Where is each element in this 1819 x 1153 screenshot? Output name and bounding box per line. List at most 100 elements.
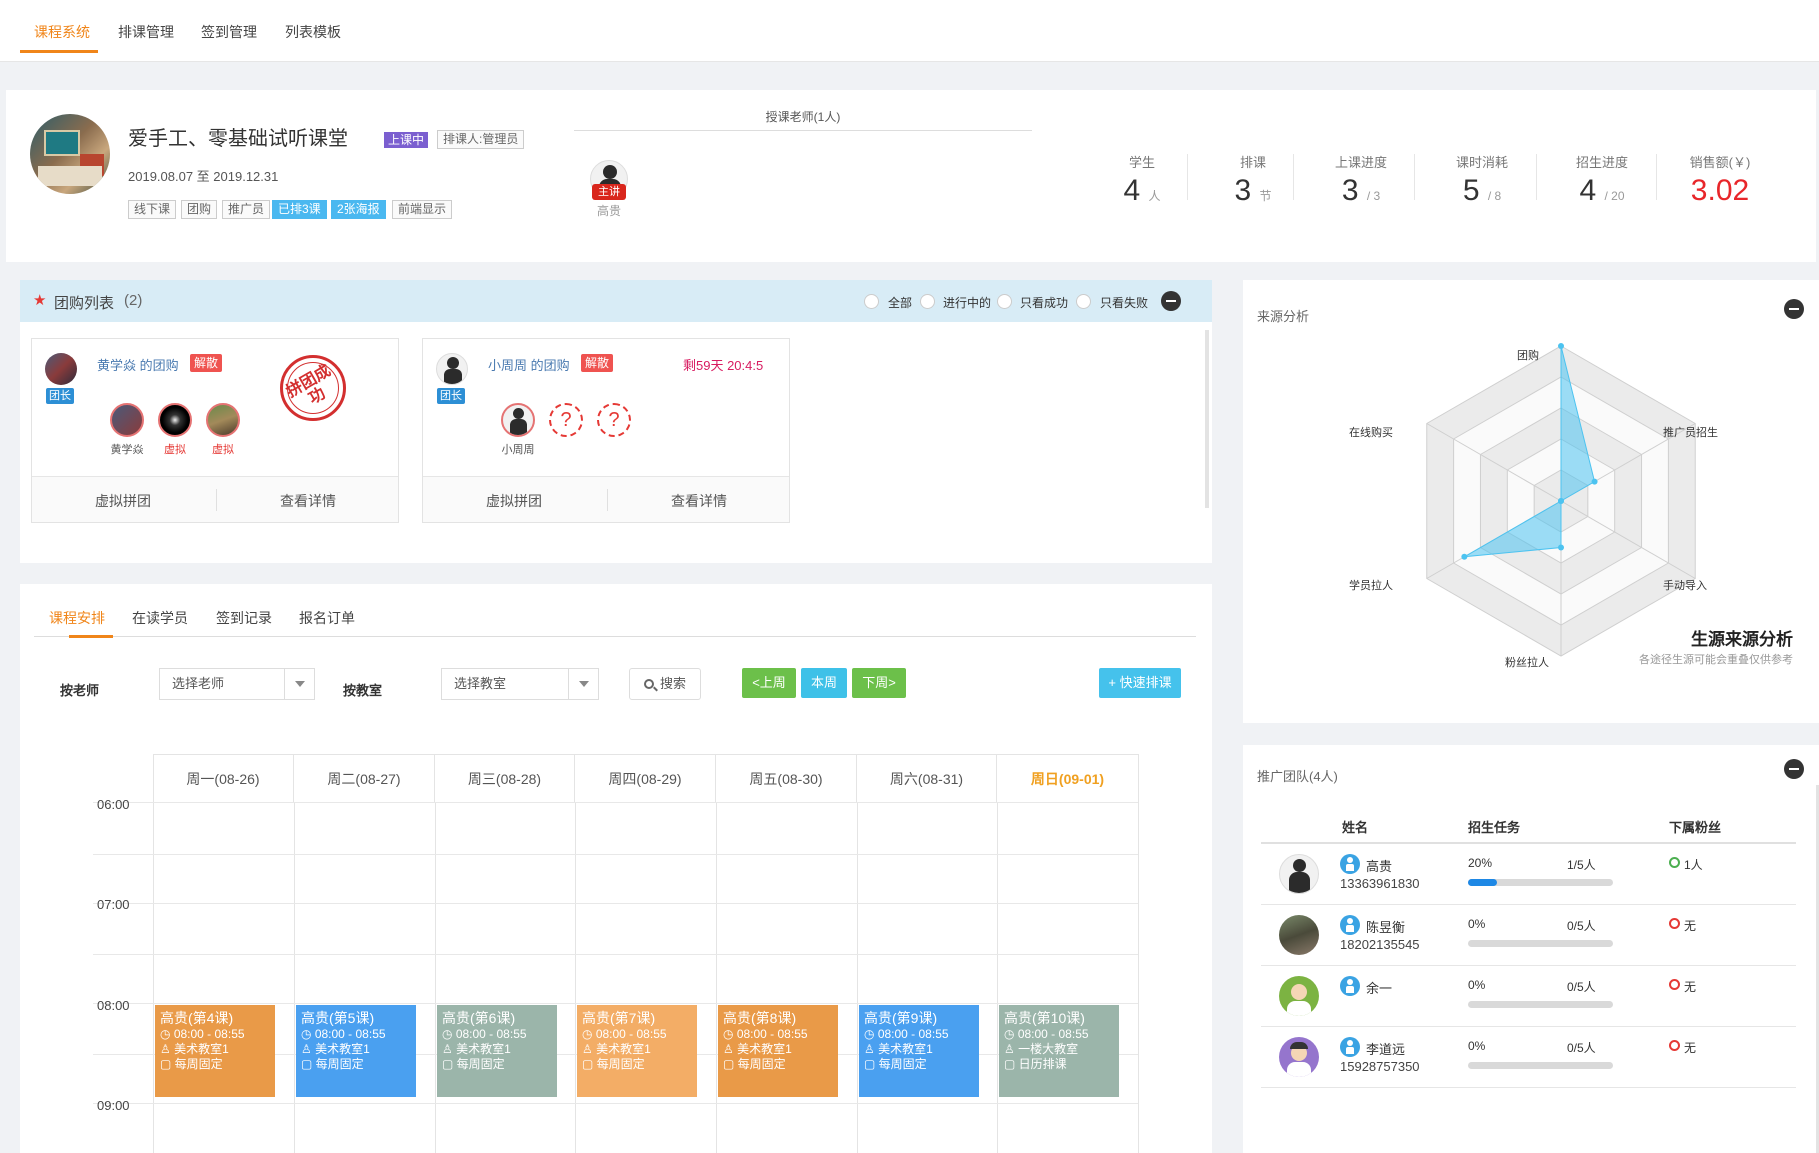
event-title: 高贵(第6课): [442, 1010, 516, 1026]
filter-all-label[interactable]: 全部: [888, 294, 912, 311]
group-buy-panel: ★ 团购列表 (2) 全部 进行中的 只看成功 只看失败 团长 黄学焱 的团购 …: [20, 280, 1212, 563]
task-percent: 0%: [1468, 917, 1486, 931]
column-header: 招生任务: [1468, 820, 1521, 835]
search-button-label: 搜索: [660, 676, 687, 691]
tab-course-system[interactable]: 课程系统: [34, 22, 90, 42]
chevron-down-icon: [568, 669, 598, 699]
fans-count: 1人: [1684, 858, 1703, 872]
collapse-icon[interactable]: [1161, 291, 1181, 311]
this-week-button[interactable]: 本周: [801, 668, 847, 698]
lesson-event[interactable]: 高贵(第7课) ◷ 08:00 - 08:55 ♙ 美术教室1 ▢ 每周固定: [577, 1005, 697, 1097]
group-owner-name[interactable]: 小周周 的团购: [488, 355, 570, 374]
fans-status-icon: [1669, 979, 1680, 990]
event-mode: ▢ 每周固定: [160, 1057, 223, 1071]
radar-point: [1558, 343, 1564, 349]
fans-status-icon: [1669, 1040, 1680, 1051]
event-mode-text: 日历排课: [1018, 1057, 1067, 1071]
teacher-select[interactable]: 选择老师: [159, 668, 315, 700]
prev-week-button[interactable]: <上周: [742, 668, 796, 698]
filter-success-radio[interactable]: [997, 294, 1012, 309]
event-time-text: 08:00 - 08:55: [595, 1027, 667, 1041]
event-time: ◷ 08:00 - 08:55: [582, 1027, 667, 1041]
team-row[interactable]: 高贵 13363961830 20% 1/5人 1人: [1261, 844, 1796, 905]
teacher-header: 授课老师(1人): [765, 110, 841, 124]
filter-failed-label[interactable]: 只看失败: [1100, 294, 1148, 311]
day-header: 周三(08-28): [435, 754, 575, 802]
column-header: 姓名: [1342, 820, 1369, 835]
filter-ongoing-label[interactable]: 进行中的: [943, 294, 991, 311]
disband-badge[interactable]: 解散: [190, 354, 223, 372]
team-row[interactable]: 陈昱衡 18202135545 0% 0/5人 无: [1261, 905, 1796, 966]
radar-axis-label: 学员拉人: [1349, 580, 1393, 592]
filter-failed-radio[interactable]: [1076, 294, 1091, 309]
tab-students[interactable]: 在读学员: [132, 608, 188, 628]
disband-badge[interactable]: 解散: [581, 354, 614, 372]
radar-point: [1461, 553, 1468, 560]
lesson-event[interactable]: 高贵(第9课) ◷ 08:00 - 08:55 ♙ 美术教室1 ▢ 每周固定: [859, 1005, 979, 1097]
event-room: ♙ 美术教室1: [160, 1042, 229, 1056]
room-select[interactable]: 选择教室: [441, 668, 599, 700]
tab-list-template[interactable]: 列表模板: [285, 22, 341, 42]
group-buy-header: ★ 团购列表 (2) 全部 进行中的 只看成功 只看失败: [20, 280, 1212, 322]
tab-checkin-records[interactable]: 签到记录: [216, 608, 272, 628]
member-phone: 13363961830: [1340, 876, 1420, 891]
grid-line: [93, 854, 1138, 855]
team-row[interactable]: 余一 0% 0/5人 无: [1261, 966, 1796, 1027]
group-owner-name[interactable]: 黄学焱 的团购: [97, 355, 179, 374]
member-phone: 18202135545: [1340, 937, 1420, 952]
tab-scheduling[interactable]: 排课管理: [118, 22, 174, 42]
time-label: 06:00: [97, 797, 130, 812]
radar-point: [1558, 544, 1564, 551]
tab-checkin[interactable]: 签到管理: [201, 22, 257, 42]
source-analysis-panel: 来源分析 团购 推广员招生 手动导入 粉丝拉人 学员拉人 在线购买 生源来源分析…: [1243, 280, 1819, 723]
active-tab-indicator: [20, 50, 98, 53]
stat-students-value: 4: [1123, 174, 1141, 207]
event-time-text: 08:00 - 08:55: [1017, 1027, 1089, 1041]
filter-all-radio[interactable]: [864, 294, 879, 309]
grid-line: [93, 954, 1138, 955]
stat-hours: 5 / 8: [1432, 174, 1532, 208]
event-mode: ▢ 每周固定: [582, 1057, 645, 1071]
card-actions: 虚拟拼团 查看详情: [423, 476, 789, 522]
team-row[interactable]: 李道远 15928757350 0% 0/5人 无: [1261, 1027, 1796, 1088]
event-mode-text: 每周固定: [456, 1057, 505, 1071]
lesson-event[interactable]: 高贵(第8课) ◷ 08:00 - 08:55 ♙ 美术教室1 ▢ 每周固定: [718, 1005, 838, 1097]
event-time: ◷ 08:00 - 08:55: [442, 1027, 527, 1041]
member-avatar: [1279, 854, 1319, 894]
group-buy-title: 团购列表: [54, 295, 115, 312]
member-avatar: [1279, 1037, 1319, 1077]
search-button[interactable]: 搜索: [629, 668, 701, 700]
quick-schedule-button[interactable]: + 快速排课: [1099, 668, 1181, 698]
lesson-event[interactable]: 高贵(第6课) ◷ 08:00 - 08:55 ♙ 美术教室1 ▢ 每周固定: [437, 1005, 557, 1097]
member-name: 李道远: [1366, 1042, 1406, 1057]
tag-group-buy: 团购: [181, 200, 218, 219]
lesson-event[interactable]: 高贵(第4课) ◷ 08:00 - 08:55 ♙ 美术教室1 ▢ 每周固定: [155, 1005, 275, 1097]
fans-count: 无: [1684, 980, 1697, 994]
virtual-group-button[interactable]: 虚拟拼团: [95, 491, 151, 511]
stat-hours-unit: / 8: [1487, 189, 1502, 203]
tab-course-schedule[interactable]: 课程安排: [49, 608, 105, 628]
view-details-button[interactable]: 查看详情: [671, 491, 727, 511]
stat-sales-value: 3.02: [1690, 174, 1750, 207]
stat-class-progress-label: 上课进度: [1334, 155, 1387, 170]
member-avatar: [206, 403, 240, 437]
lesson-event[interactable]: 高贵(第10课) ◷ 08:00 - 08:55 ♙ 一楼大教室 ▢ 日历排课: [999, 1005, 1119, 1097]
tab-orders[interactable]: 报名订单: [299, 608, 355, 628]
task-progress-bar: [1468, 1001, 1613, 1008]
event-time-text: 08:00 - 08:55: [173, 1027, 245, 1041]
task-percent: 0%: [1468, 978, 1486, 992]
group-card: 团长 黄学焱 的团购 解散 黄学焱 虚拟 虚拟 拼团成功 虚拟拼团 查看详情: [31, 338, 399, 523]
virtual-group-button[interactable]: 虚拟拼团: [486, 491, 542, 511]
lesson-event[interactable]: 高贵(第5课) ◷ 08:00 - 08:55 ♙ 美术教室1 ▢ 每周固定: [296, 1005, 416, 1097]
fans-count: 无: [1684, 1041, 1697, 1055]
event-room: ♙ 美术教室1: [442, 1042, 511, 1056]
view-details-button[interactable]: 查看详情: [280, 491, 336, 511]
collapse-icon[interactable]: [1784, 759, 1804, 779]
member-name: 黄学焱: [110, 444, 144, 456]
scrollbar[interactable]: [1205, 330, 1209, 508]
day-header: 周一(08-26): [153, 754, 294, 802]
next-week-button[interactable]: 下周>: [852, 668, 906, 698]
filter-ongoing-radio[interactable]: [920, 294, 935, 309]
owner-avatar: [45, 353, 77, 385]
filter-success-label[interactable]: 只看成功: [1020, 294, 1068, 311]
